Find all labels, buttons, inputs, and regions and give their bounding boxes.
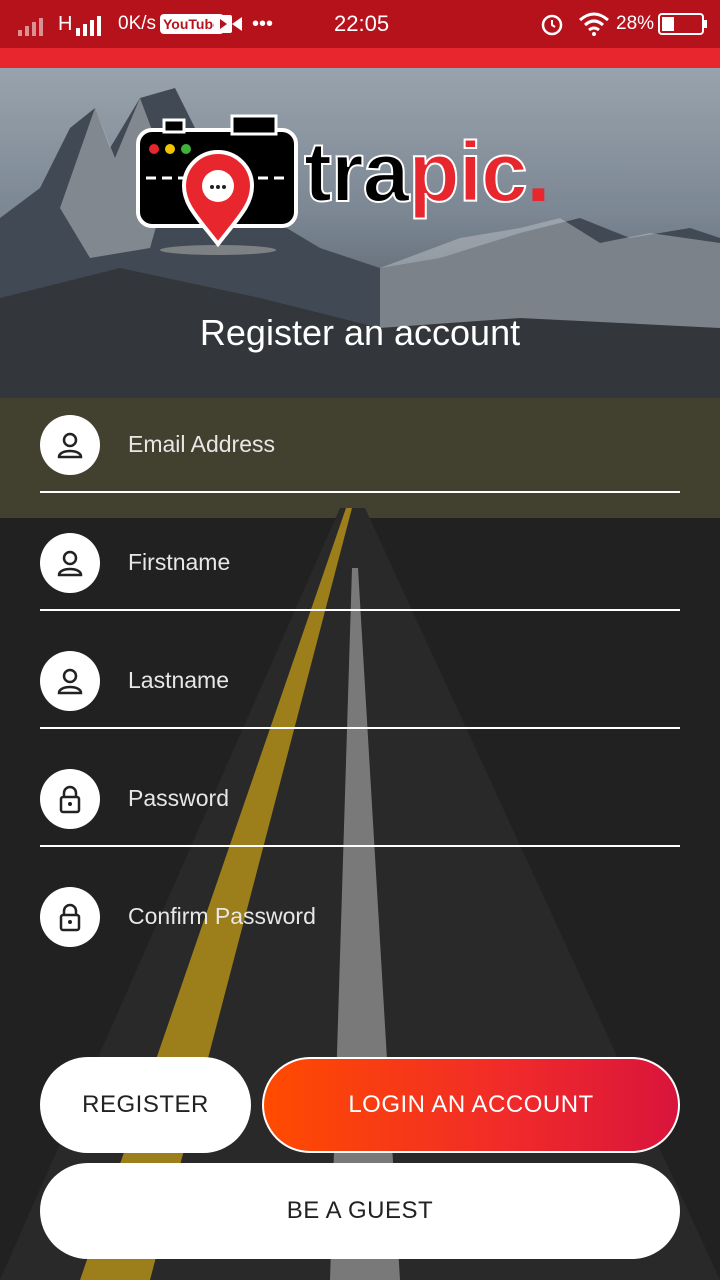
lock-icon [40,769,100,829]
person-icon [40,651,100,711]
field-underline [40,845,680,847]
signal-icon [18,18,43,36]
lastname-field[interactable]: Lastname [40,651,680,729]
camera-icon [136,114,298,255]
confirm-password-field-label: Confirm Password [128,903,316,929]
battery-icon [658,13,707,35]
brand-text-tra: tra [303,124,410,220]
battery-percent: 28% [616,13,655,34]
signal-icon-2 [76,16,101,36]
field-underline [40,727,680,729]
email-field-label: Email Address [128,431,276,457]
status-bar: H 0K/s YouTube ••• 22:05 28% [0,0,720,48]
lastname-field-label: Lastname [128,667,230,693]
brand-text-pic: pic [407,124,528,220]
person-icon [40,415,100,475]
lock-icon [40,887,100,947]
field-underline [40,491,680,493]
password-field[interactable]: Password [40,769,680,847]
firstname-field-label: Firstname [128,549,231,575]
network-speed: 0K/s [118,13,157,34]
register-button[interactable]: REGISTER [40,1057,251,1153]
alarm-icon [541,14,563,36]
guest-button[interactable]: BE A GUEST [40,1163,680,1259]
clock: 22:05 [334,11,390,36]
video-icon [214,15,242,33]
password-field-label: Password [128,785,229,811]
wifi-icon [579,12,609,36]
firstname-field[interactable]: Firstname [40,533,680,611]
trapic-logo: trapic. [136,112,586,262]
email-field[interactable]: Email Address [40,415,680,493]
brand-text-dot: . [526,125,550,219]
page-title: Register an account [199,312,521,353]
brand-wordmark: trapic. [303,122,550,222]
network-type: H [58,13,73,35]
login-button[interactable]: LOGIN AN ACCOUNT [262,1057,680,1153]
more-icon: ••• [252,13,274,35]
header-strip [0,48,720,68]
confirm-password-field[interactable]: Confirm Password [40,887,680,947]
field-underline [40,609,680,611]
person-icon [40,533,100,593]
